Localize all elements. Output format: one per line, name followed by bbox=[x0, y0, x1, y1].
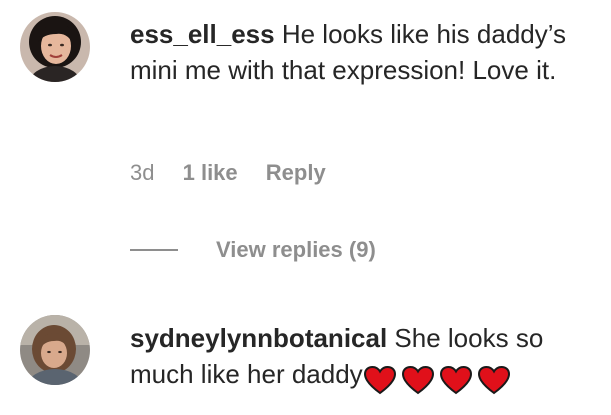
red-heart-icon bbox=[401, 366, 434, 395]
comment-body: ess_ell_ess He looks like his daddy’s mi… bbox=[130, 16, 599, 88]
comment-meta: 3d 1 like Reply bbox=[130, 160, 348, 186]
emoji-group bbox=[363, 360, 515, 396]
comment-username[interactable]: ess_ell_ess bbox=[130, 19, 275, 49]
red-heart-icon bbox=[477, 366, 510, 395]
view-replies-button[interactable]: View replies (9) bbox=[130, 235, 376, 265]
comment-username[interactable]: sydneylynnbotanical bbox=[130, 323, 387, 353]
avatar[interactable] bbox=[20, 12, 90, 82]
red-heart-icon bbox=[439, 366, 472, 395]
replies-divider bbox=[130, 249, 178, 251]
avatar[interactable] bbox=[20, 315, 90, 385]
view-replies-label: View replies (9) bbox=[216, 237, 376, 262]
avatar-image bbox=[20, 12, 90, 82]
comment-body: sydneylynnbotanical She looks so much li… bbox=[130, 320, 599, 396]
red-heart-icon bbox=[363, 366, 396, 395]
reply-button[interactable]: Reply bbox=[266, 160, 326, 185]
avatar-image bbox=[20, 315, 90, 385]
comment-age: 3d bbox=[130, 160, 155, 185]
likes-count[interactable]: 1 like bbox=[183, 160, 238, 185]
